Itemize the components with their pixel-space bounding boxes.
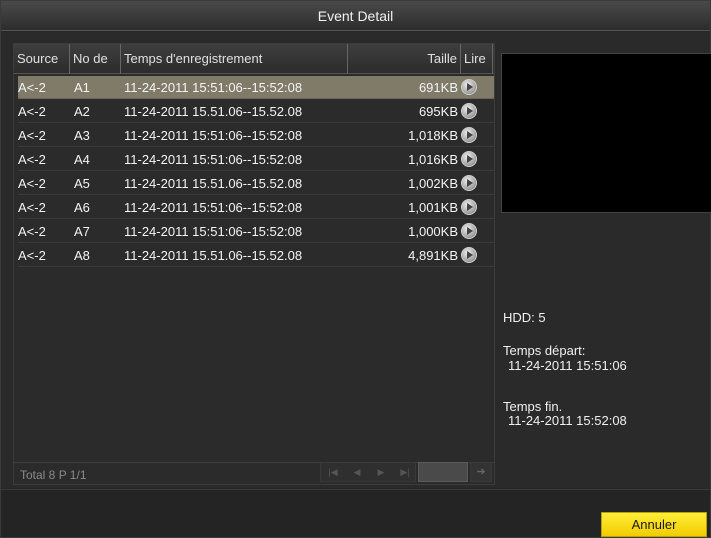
cell-no: A2 [74,104,90,119]
cell-size: 1,016KB [408,152,458,167]
play-circle-icon[interactable] [461,199,477,215]
cell-time: 11-24-2011 15:51:06--15:52:08 [124,80,303,95]
end-time-value: 11-24-2011 15:52:08 [508,413,627,428]
pager: |◀ ◀ ▶ ▶| [320,462,416,482]
prev-page-icon[interactable]: ◀ [345,463,369,481]
cell-no: A3 [74,128,90,143]
event-detail-window: Event Detail Source No de Temps d'enregi… [0,0,711,538]
cell-no: A4 [74,152,90,167]
total-count: Total 8 P 1/1 [20,468,87,482]
table-row[interactable]: A<-2 A7 11-24-2011 15:51:06--15:52:08 1,000… [18,220,494,243]
column-header-time[interactable]: Temps d'enregistrement [121,44,348,74]
event-table: Source No de Temps d'enregistrement Tail… [13,43,495,485]
cell-no: A6 [74,200,90,215]
cell-size: 1,018KB [408,128,458,143]
cell-source: A<-2 [18,248,46,263]
next-page-icon[interactable]: ▶ [369,463,393,481]
play-circle-icon[interactable] [461,79,477,95]
window-title: Event Detail [1,1,710,31]
cell-size: 4,891KB [408,248,458,263]
last-page-icon[interactable]: ▶| [393,463,417,481]
cell-size: 1,002KB [408,176,458,191]
play-circle-icon[interactable] [461,175,477,191]
start-time-value: 11-24-2011 15:51:06 [508,358,627,373]
column-header-size[interactable]: Taille [348,44,461,74]
table-row[interactable]: A<-2 A4 11-24-2011 15:51:06--15:52:08 1,016… [18,148,494,171]
cell-time: 11-24-2011 15:51:06--15:52:08 [124,152,303,167]
cell-size: 695KB [418,104,458,119]
table-row[interactable]: A<-2 A5 11-24-2011 15.51.06--15.52.08 1,002… [18,172,494,195]
end-time-label: Temps fin. [503,399,563,414]
cell-source: A<-2 [18,104,46,119]
play-circle-icon[interactable] [461,223,477,239]
cell-source: A<-2 [18,200,46,215]
cell-time: 11-24-2011 15.51.06--15.52.08 [124,176,303,191]
cell-source: A<-2 [18,152,46,167]
column-header-source[interactable]: Source [14,44,70,74]
cell-no: A1 [74,80,90,95]
cell-no: A5 [74,176,90,191]
cell-source: A<-2 [18,176,46,191]
column-header-no[interactable]: No de [70,44,121,74]
play-circle-icon[interactable] [461,103,477,119]
cell-time: 11-24-2011 15.51.06--15.52.08 [124,104,303,119]
column-header-play[interactable]: Lire [461,44,493,74]
table-row[interactable]: A<-2 A2 11-24-2011 15.51.06--15.52.08 695KB [18,100,494,123]
cell-size: 1,001KB [408,200,458,215]
play-circle-icon[interactable] [461,247,477,263]
go-arrow-icon[interactable]: ➔ [470,462,492,482]
video-preview [501,53,711,213]
cell-source: A<-2 [18,128,46,143]
cell-source: A<-2 [18,224,46,239]
table-row[interactable]: A<-2 A1 11-24-2011 15:51:06--15:52:08 691KB [18,76,494,99]
hdd-label: HDD: 5 [503,310,546,325]
table-header: Source No de Temps d'enregistrement Tail… [14,44,494,74]
table-row[interactable]: A<-2 A3 11-24-2011 15:51:06--15:52:08 1,018… [18,124,494,147]
cell-no: A7 [74,224,90,239]
cancel-button[interactable]: Annuler [601,512,707,537]
cell-size: 1,000KB [408,224,458,239]
table-row[interactable]: A<-2 A6 11-24-2011 15:51:06--15:52:08 1,001… [18,196,494,219]
play-circle-icon[interactable] [461,151,477,167]
first-page-icon[interactable]: |◀ [321,463,345,481]
play-circle-icon[interactable] [461,127,477,143]
page-number-input[interactable] [418,462,468,482]
cell-source: A<-2 [18,80,46,95]
cell-time: 11-24-2011 15:51:06--15:52:08 [124,224,303,239]
start-time-label: Temps départ: [503,343,586,358]
cell-size: 691KB [418,80,458,95]
table-row[interactable]: A<-2 A8 11-24-2011 15.51.06--15.52.08 4,891… [18,244,494,267]
cell-time: 11-24-2011 15:51:06--15:52:08 [124,128,303,143]
cell-time: 11-24-2011 15:51:06--15:52:08 [124,200,303,215]
cell-time: 11-24-2011 15.51.06--15.52.08 [124,248,303,263]
cell-no: A8 [74,248,90,263]
